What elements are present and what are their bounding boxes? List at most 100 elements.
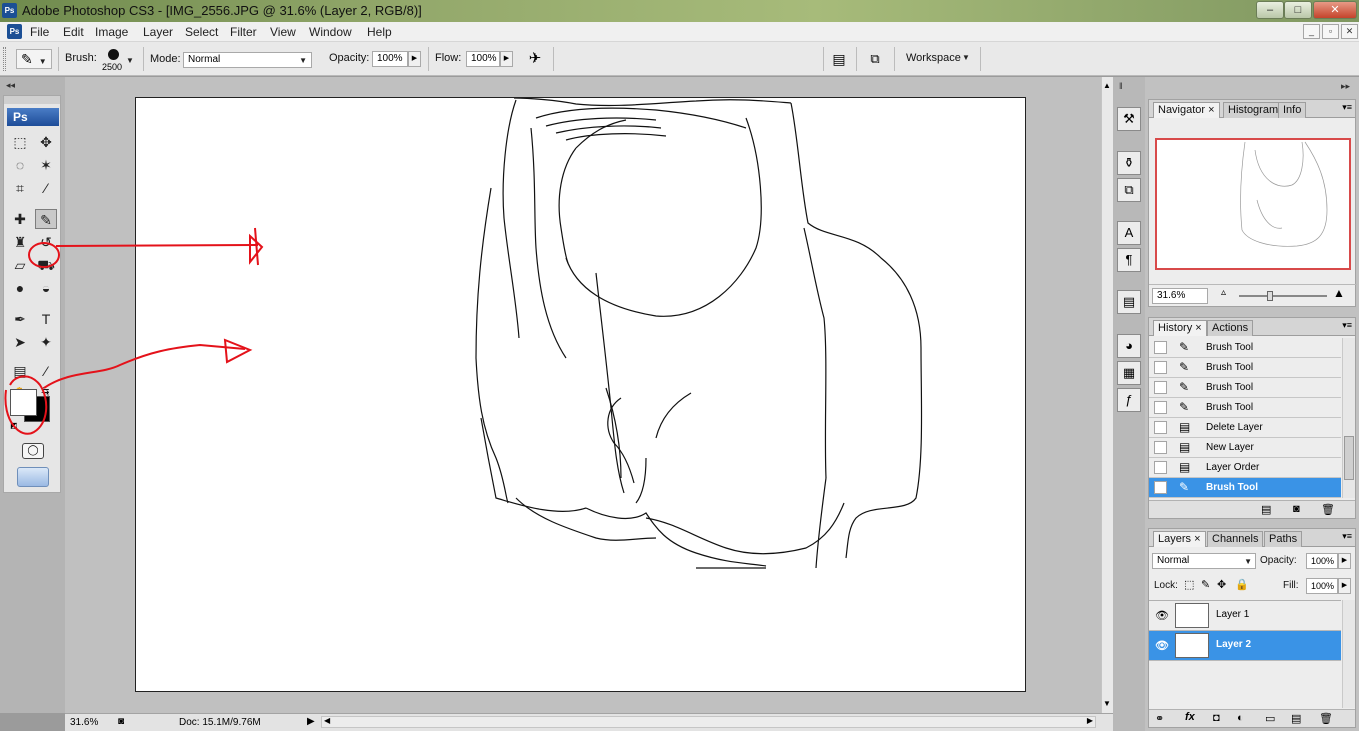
layer-step-icon: ▤ [1179, 420, 1191, 434]
layer-opacity-slider-button[interactable]: ▶ [1338, 553, 1351, 569]
history-item-label: Delete Layer [1206, 422, 1263, 433]
history-item[interactable]: ▤ Layer Order [1149, 458, 1341, 478]
chevron-down-icon: ▼ [1244, 557, 1252, 566]
link-layers-icon[interactable]: ⚭ [1155, 712, 1164, 725]
zoom-slider[interactable] [1239, 295, 1327, 297]
tab-history[interactable]: History × [1153, 320, 1207, 336]
navigator-preview[interactable] [1155, 138, 1351, 270]
history-item-label: Layer Order [1206, 462, 1260, 473]
tab-channels[interactable]: Channels [1207, 531, 1264, 547]
history-item-label: Brush Tool [1206, 482, 1259, 493]
status-camera-icon[interactable]: ◙ [118, 716, 124, 727]
scroll-down-icon[interactable]: ▼ [1103, 699, 1111, 708]
canvas-horizontal-scrollbar[interactable]: ◀ ▶ [321, 716, 1096, 728]
fill-label: Fill: [1283, 580, 1299, 591]
history-scrollbar[interactable] [1342, 338, 1355, 498]
layer-opacity-input[interactable]: 100% [1306, 553, 1338, 569]
styles-icon[interactable]: ƒ [1117, 388, 1141, 412]
navigator-thumbnail [1240, 141, 1328, 247]
history-snapshot-source-checkbox[interactable] [1154, 481, 1167, 494]
history-panel: History × Actions ▾≡ ✎ Brush Tool ✎ Brush T… [1148, 317, 1356, 519]
blend-mode-select[interactable]: Normal ▼ [1152, 553, 1256, 569]
lock-position-icon[interactable]: ✥ [1217, 578, 1226, 591]
annotation-circle-colors [4, 375, 48, 435]
close-icon[interactable]: × [1208, 104, 1214, 116]
tab-histogram[interactable]: Histogram [1223, 102, 1284, 118]
history-snapshot-source-checkbox[interactable] [1154, 441, 1167, 454]
layer-thumbnail [1175, 633, 1209, 658]
tab-info[interactable]: Info [1278, 102, 1307, 118]
navigator-zoom-input[interactable]: 31.6% [1152, 288, 1208, 304]
layer-comps-icon[interactable]: ▤ [1117, 290, 1141, 314]
lock-pixels-icon[interactable]: ✎ [1201, 578, 1210, 591]
lock-transparency-icon[interactable]: ⬚ [1184, 578, 1194, 591]
lock-all-icon[interactable]: 🔒 [1235, 578, 1249, 591]
scroll-right-icon[interactable]: ▶ [1087, 716, 1093, 725]
strip-grip-icon[interactable]: ‖ [1119, 81, 1123, 91]
status-doc-info: Doc: 15.1M/9.76M [179, 717, 261, 728]
new-layer-icon[interactable]: ▤ [1291, 712, 1301, 725]
close-icon[interactable]: × [1194, 533, 1200, 545]
swatches-icon[interactable]: ▦ [1117, 361, 1141, 385]
history-item[interactable]: ✎ Brush Tool [1149, 378, 1341, 398]
status-menu-arrow-icon[interactable]: ▶ [307, 716, 315, 727]
layers-scrollbar[interactable] [1342, 600, 1355, 708]
status-bar: 31.6% ◙ Doc: 15.1M/9.76M ▶ ◀ ▶ [65, 713, 1113, 731]
history-snapshot-source-checkbox[interactable] [1154, 401, 1167, 414]
history-item[interactable]: ✎ Brush Tool [1149, 398, 1341, 418]
tab-paths[interactable]: Paths [1264, 531, 1303, 547]
fill-slider-button[interactable]: ▶ [1338, 578, 1351, 594]
new-group-icon[interactable]: ▭ [1265, 712, 1275, 725]
history-item[interactable]: ✎ Brush Tool [1149, 358, 1341, 378]
scroll-up-icon[interactable]: ▲ [1103, 81, 1111, 90]
layers-panel: Layers × Channels Paths ▾≡ Normal ▼ Opac… [1148, 528, 1356, 728]
history-item[interactable]: ✎ Brush Tool [1149, 338, 1341, 358]
history-item[interactable]: ▤ Delete Layer [1149, 418, 1341, 438]
panel-menu-icon[interactable]: ▾≡ [1342, 102, 1352, 113]
history-snapshot-source-checkbox[interactable] [1154, 341, 1167, 354]
brushes-icon[interactable]: ⚱ [1117, 151, 1141, 175]
zoom-in-icon[interactable]: ▲ [1333, 286, 1345, 300]
adjustment-layer-icon[interactable]: ◐ [1237, 712, 1244, 724]
color-icon[interactable]: ◕ [1117, 334, 1141, 358]
tab-navigator[interactable]: Navigator × [1153, 102, 1220, 118]
layer-mask-icon[interactable]: ◘ [1213, 712, 1220, 724]
history-item-label: Brush Tool [1206, 402, 1254, 413]
history-item[interactable]: ✎ Brush Tool [1149, 478, 1341, 498]
history-snapshot-source-checkbox[interactable] [1154, 461, 1167, 474]
history-item[interactable]: ▤ New Layer [1149, 438, 1341, 458]
zoom-out-icon[interactable]: ▵ [1221, 287, 1226, 298]
history-snapshot-source-checkbox[interactable] [1154, 381, 1167, 394]
delete-icon[interactable]: 🗑 [1321, 503, 1335, 516]
character-icon[interactable]: A [1117, 221, 1141, 245]
history-snapshot-source-checkbox[interactable] [1154, 421, 1167, 434]
layer-row[interactable]: 👁 Layer 2 [1149, 631, 1341, 661]
eye-icon[interactable]: 👁 [1155, 609, 1169, 622]
tool-presets-icon[interactable]: ⚒ [1117, 107, 1141, 131]
canvas-vertical-scrollbar[interactable]: ▲ ▼ [1101, 77, 1113, 713]
navigator-tabs: Navigator × Histogram Info ▾≡ [1149, 100, 1355, 118]
history-item-label: New Layer [1206, 442, 1254, 453]
eye-icon[interactable]: 👁 [1155, 639, 1169, 652]
panel-menu-icon[interactable]: ▾≡ [1342, 320, 1352, 331]
close-icon[interactable]: × [1195, 322, 1201, 334]
delete-layer-icon[interactable]: 🗑 [1319, 712, 1333, 725]
tab-layers[interactable]: Layers × [1153, 531, 1206, 547]
clone-source-icon[interactable]: ⧉ [1117, 178, 1141, 202]
fill-input[interactable]: 100% [1306, 578, 1338, 594]
collapse-panels-icon[interactable]: ▸▸ [1341, 81, 1350, 92]
tab-actions[interactable]: Actions [1207, 320, 1254, 336]
layer-style-icon[interactable]: fx [1185, 711, 1195, 723]
paragraph-icon[interactable]: ¶ [1117, 248, 1141, 272]
status-zoom[interactable]: 31.6% [70, 717, 98, 728]
layer-step-icon: ▤ [1179, 460, 1191, 474]
annotation-circle-paint-bucket [28, 242, 60, 268]
history-scroll-thumb[interactable] [1344, 436, 1354, 480]
scroll-left-icon[interactable]: ◀ [324, 716, 330, 725]
layer-row[interactable]: 👁 Layer 1 [1149, 601, 1341, 631]
panel-menu-icon[interactable]: ▾≡ [1342, 531, 1352, 542]
history-snapshot-source-checkbox[interactable] [1154, 361, 1167, 374]
snapshot-icon[interactable]: ◙ [1293, 503, 1300, 515]
new-document-from-state-icon[interactable]: ▤ [1261, 503, 1271, 516]
zoom-slider-thumb[interactable] [1267, 291, 1273, 301]
